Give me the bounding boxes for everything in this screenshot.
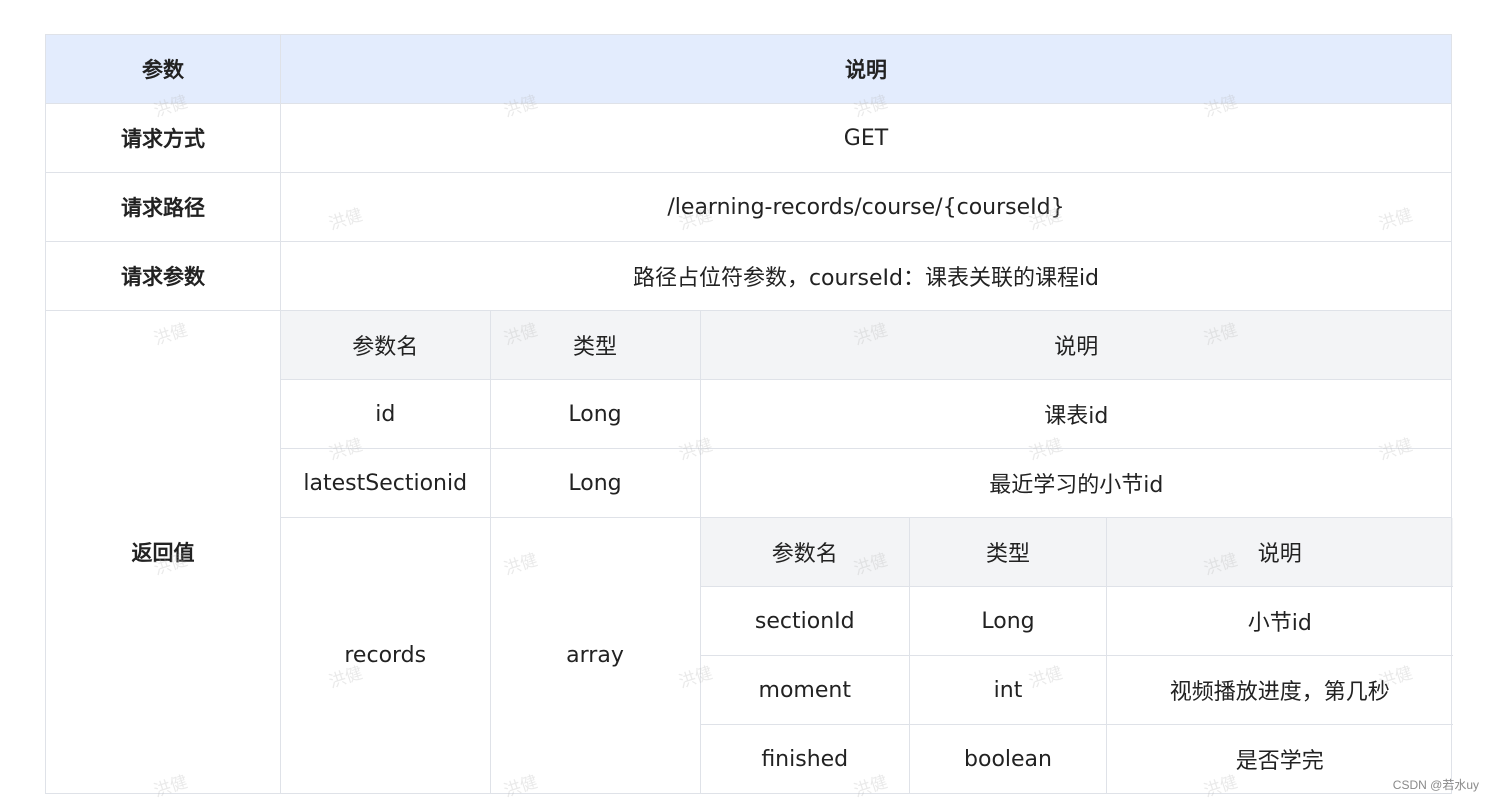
row-value-path: /learning-records/course/{courseId}: [280, 172, 1452, 242]
table-row-params: 请求参数 路径占位符参数，courseId：课表关联的课程id: [45, 241, 1452, 311]
returns-row-id: id Long 课表id: [281, 379, 1452, 449]
field-type: Long: [489, 448, 701, 518]
header-param: 参数: [45, 34, 281, 104]
field-type: Long: [909, 586, 1107, 656]
records-row-finished: finished boolean 是否学完: [700, 724, 1453, 793]
records-table: 参数名 类型 说明 sectionId Long 小节id moment int…: [700, 518, 1453, 793]
table-header-row: 参数 说明: [45, 34, 1452, 104]
returns-header-row: 参数名 类型 说明: [281, 311, 1452, 380]
field-type: boolean: [909, 724, 1107, 793]
returns-table: 参数名 类型 说明 id Long 课表id latestSectionid L…: [281, 311, 1453, 793]
field-desc: 课表id: [699, 379, 1452, 449]
returns-nested-cell: 参数名 类型 说明 id Long 课表id latestSectionid L…: [280, 310, 1453, 794]
records-row-moment: moment int 视频播放进度，第几秒: [700, 655, 1453, 725]
row-value-params: 路径占位符参数，courseId：课表关联的课程id: [280, 241, 1452, 311]
returns-header-desc: 说明: [699, 311, 1452, 380]
records-type: array: [489, 517, 701, 793]
field-name: moment: [700, 655, 910, 725]
returns-row-records: records array 参数名 类型 说明 sectionId Long 小…: [281, 517, 1453, 793]
returns-header-type: 类型: [489, 311, 701, 380]
table-row-returns: 返回值 参数名 类型 说明 id Long 课表id latestSection…: [45, 310, 1453, 794]
returns-row-latest-section: latestSectionid Long 最近学习的小节id: [281, 448, 1452, 518]
records-header-row: 参数名 类型 说明: [700, 518, 1453, 587]
table-row-method: 请求方式 GET: [45, 103, 1452, 173]
field-type: Long: [489, 379, 701, 449]
row-value-method: GET: [280, 103, 1452, 173]
field-name: latestSectionid: [281, 448, 491, 518]
records-name: records: [281, 517, 491, 793]
field-desc: 最近学习的小节id: [699, 448, 1452, 518]
records-nested-cell: 参数名 类型 说明 sectionId Long 小节id moment int…: [699, 517, 1453, 793]
row-label-method: 请求方式: [45, 103, 281, 173]
field-name: finished: [700, 724, 910, 793]
field-type: int: [909, 655, 1107, 725]
field-desc: 小节id: [1106, 586, 1453, 656]
row-label-params: 请求参数: [45, 241, 281, 311]
field-desc: 视频播放进度，第几秒: [1106, 655, 1453, 725]
api-doc-table: 参数 说明 请求方式 GET 请求路径 /learning-records/co…: [45, 34, 1453, 794]
header-desc: 说明: [280, 34, 1452, 104]
row-label-returns: 返回值: [45, 310, 281, 794]
field-name: id: [281, 379, 491, 449]
row-label-path: 请求路径: [45, 172, 281, 242]
records-header-type: 类型: [909, 518, 1107, 587]
records-header-desc: 说明: [1106, 518, 1453, 587]
source-credit: CSDN @若水uy: [1392, 778, 1479, 792]
records-header-name: 参数名: [700, 518, 910, 587]
records-row-section-id: sectionId Long 小节id: [700, 586, 1453, 656]
table-row-path: 请求路径 /learning-records/course/{courseId}: [45, 172, 1452, 242]
field-name: sectionId: [700, 586, 910, 656]
returns-header-name: 参数名: [281, 311, 491, 380]
